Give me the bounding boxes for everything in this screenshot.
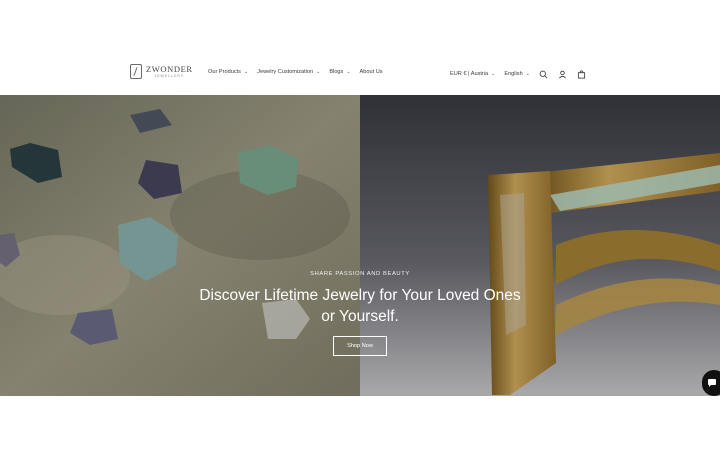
nav-item-about-us[interactable]: About Us [360,69,383,75]
chevron-down-icon: ⌄ [491,71,496,77]
main-nav: Our Products ⌄ Jewelry Customization ⌄ B… [208,69,392,75]
shop-now-button[interactable]: Shop Now [333,336,387,356]
brand-logo[interactable]: ZWONDER JEWELLERY [130,64,193,79]
chevron-down-icon: ⌄ [243,69,249,75]
search-icon [540,70,548,78]
logo-text: ZWONDER JEWELLERY [146,63,193,79]
cart-button[interactable] [577,69,587,79]
hero-title: Discover Lifetime Jewelry for Your Loved… [160,285,560,327]
chevron-down-icon: ⌄ [316,69,321,75]
site-header: ZWONDER JEWELLERY Our Products ⌄ Jewelry… [0,52,720,94]
logo-mark-icon [130,64,142,79]
nav-item-label: About Us [359,69,383,75]
header-utilities: EUR € | Austria ⌄ English ⌄ [450,69,596,79]
account-icon [559,70,567,78]
chat-icon [708,379,716,387]
nav-item-label: Blogs [329,69,344,75]
currency-label: EUR € | Austria [450,71,489,77]
brand-name: ZWONDER [146,63,193,74]
hero-title-line-1: Discover Lifetime Jewelry for Your Loved… [199,287,521,304]
chat-button[interactable] [702,370,720,396]
account-button[interactable] [558,69,568,79]
hero-title-line-2: or Yourself. [321,308,399,325]
nav-item-label: Our Products [208,69,241,75]
currency-selector[interactable]: EUR € | Austria ⌄ [450,71,495,77]
hero-banner: SHARE PASSION AND BEAUTY Discover Lifeti… [0,95,720,396]
chevron-down-icon: ⌄ [346,69,351,75]
cart-icon [578,69,586,79]
language-selector[interactable]: English ⌄ [504,71,530,77]
search-button[interactable] [539,69,549,79]
brand-tagline: JEWELLERY [154,74,185,78]
nav-item-label: Jewelry Customization [257,69,314,75]
chevron-down-icon: ⌄ [525,71,530,77]
nav-item-blogs[interactable]: Blogs ⌄ [329,69,350,75]
hero-content: SHARE PASSION AND BEAUTY Discover Lifeti… [160,271,560,356]
nav-item-our-products[interactable]: Our Products ⌄ [208,69,248,75]
language-label: English [504,71,523,77]
nav-item-jewelry-customization[interactable]: Jewelry Customization ⌄ [257,69,320,75]
hero-eyebrow: SHARE PASSION AND BEAUTY [310,271,410,277]
